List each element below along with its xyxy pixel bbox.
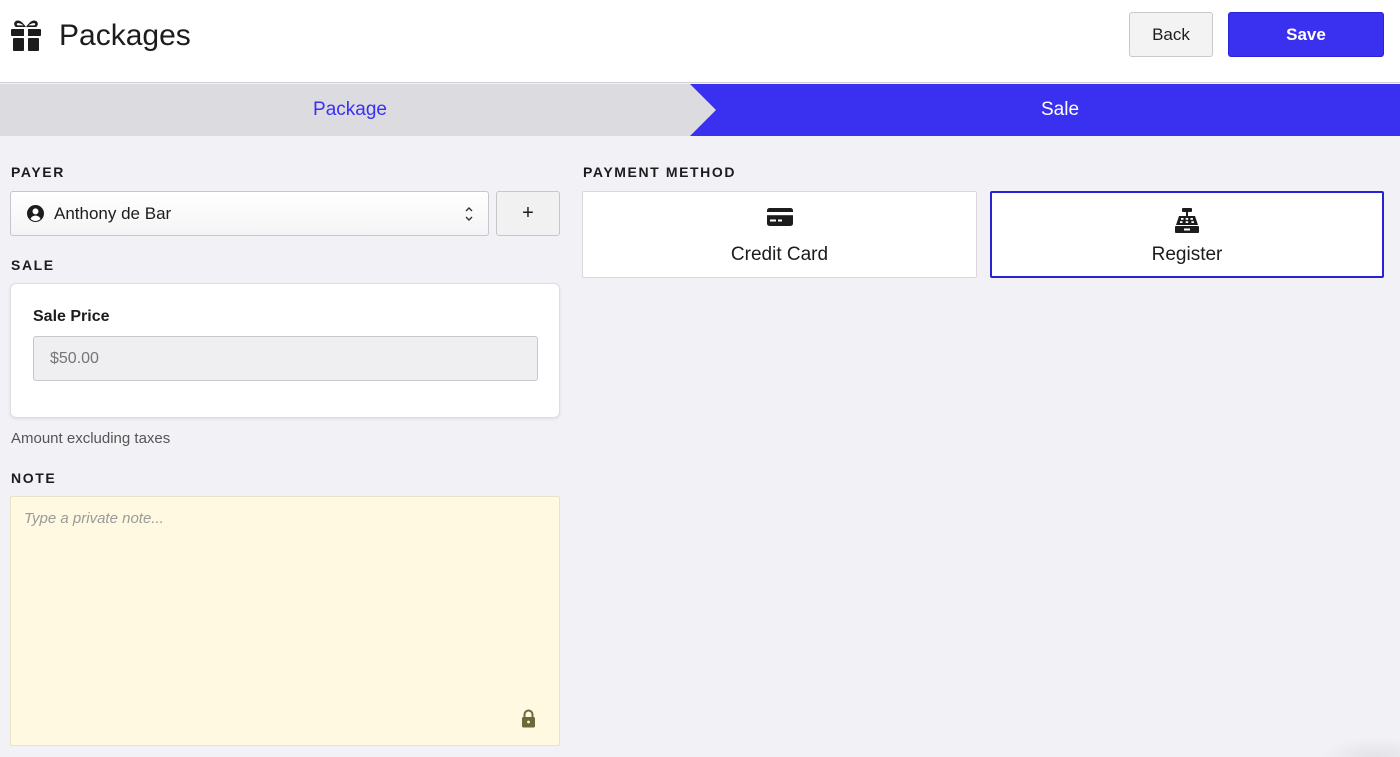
sale-price-hint: Amount excluding taxes bbox=[11, 430, 171, 447]
payment-option-label: Credit Card bbox=[730, 244, 829, 265]
step-progress-bar: Package Sale bbox=[0, 84, 1400, 136]
sale-price-label: Sale Price bbox=[33, 308, 110, 325]
page-title: Packages bbox=[59, 19, 191, 52]
select-arrows-icon bbox=[465, 207, 473, 221]
note-box bbox=[10, 496, 560, 746]
step-sale[interactable]: Sale bbox=[720, 84, 1400, 136]
save-button[interactable]: Save bbox=[1228, 12, 1384, 57]
payment-method-section-label: PAYMENT METHOD bbox=[583, 164, 737, 180]
decorative-shadow bbox=[1320, 737, 1400, 757]
sale-price-input[interactable] bbox=[33, 336, 538, 381]
payment-option-credit-card[interactable]: Credit Card bbox=[582, 191, 977, 278]
payment-option-register[interactable]: Register bbox=[990, 191, 1384, 278]
sale-section-label: SALE bbox=[11, 257, 55, 273]
payer-section-label: PAYER bbox=[11, 164, 65, 180]
back-button[interactable]: Back bbox=[1129, 12, 1213, 57]
note-textarea[interactable] bbox=[11, 497, 559, 745]
credit-card-icon bbox=[766, 208, 793, 226]
user-circle-icon bbox=[27, 205, 44, 222]
add-payer-button[interactable]: + bbox=[496, 191, 560, 236]
page-header: Packages Back Save bbox=[0, 0, 1400, 83]
payer-name: Anthony de Bar bbox=[54, 204, 172, 223]
cash-register-icon bbox=[1175, 208, 1199, 233]
lock-icon bbox=[522, 709, 535, 728]
sale-card: Sale Price bbox=[10, 283, 560, 418]
gift-icon bbox=[11, 20, 41, 51]
payer-select[interactable]: Anthony de Bar bbox=[10, 191, 489, 236]
note-section-label: NOTE bbox=[11, 470, 57, 486]
payment-option-label: Register bbox=[1151, 244, 1223, 265]
step-package[interactable]: Package bbox=[0, 84, 700, 136]
